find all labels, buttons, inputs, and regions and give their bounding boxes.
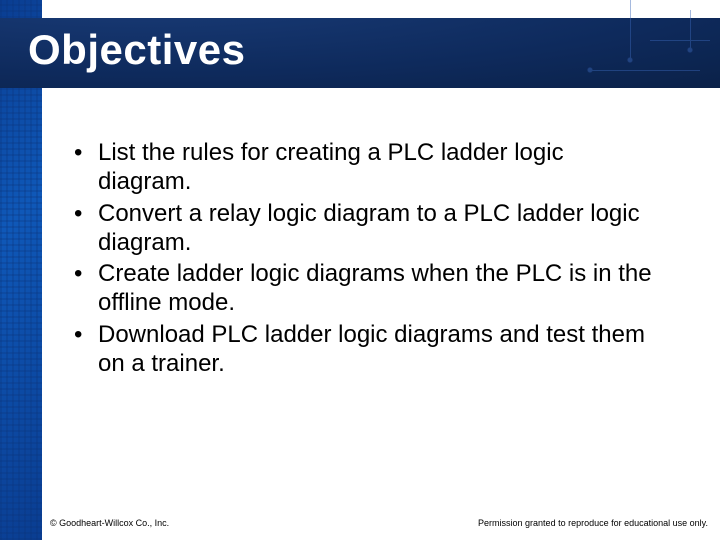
page-title: Objectives: [28, 26, 245, 74]
list-item: Download PLC ladder logic diagrams and t…: [70, 320, 660, 379]
bullet-text: Convert a relay logic diagram to a PLC l…: [98, 200, 640, 256]
list-item: Convert a relay logic diagram to a PLC l…: [70, 199, 660, 258]
list-item: List the rules for creating a PLC ladder…: [70, 138, 660, 197]
title-bar: Objectives: [0, 18, 720, 88]
permission-text: Permission granted to reproduce for educ…: [478, 518, 708, 528]
bullet-text: List the rules for creating a PLC ladder…: [98, 139, 564, 195]
copyright-text: © Goodheart-Willcox Co., Inc.: [50, 518, 169, 528]
list-item: Create ladder logic diagrams when the PL…: [70, 259, 660, 318]
footer: © Goodheart-Willcox Co., Inc. Permission…: [50, 514, 708, 528]
objectives-list: List the rules for creating a PLC ladder…: [70, 138, 660, 378]
bullet-text: Download PLC ladder logic diagrams and t…: [98, 321, 645, 377]
slide: Objectives List the rules for creating a…: [0, 0, 720, 540]
bullet-text: Create ladder logic diagrams when the PL…: [98, 260, 652, 316]
body-content: List the rules for creating a PLC ladder…: [70, 138, 660, 380]
